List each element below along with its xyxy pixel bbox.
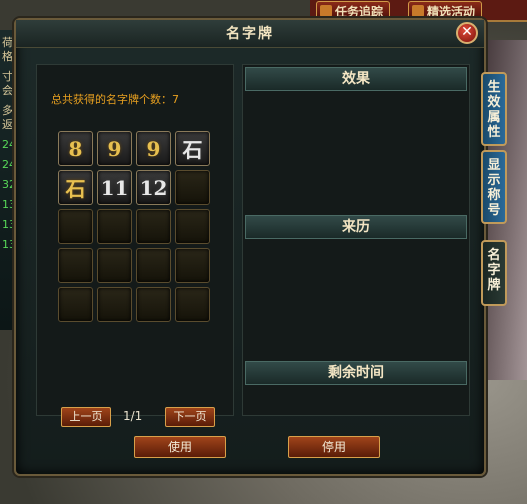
close-button[interactable]: ✕ xyxy=(456,22,478,44)
nameplate-icon: 石 xyxy=(65,177,86,201)
featured-events-label: 精选活动 xyxy=(427,5,476,19)
close-icon: ✕ xyxy=(461,24,473,40)
nameplate-icon: 12 xyxy=(139,175,168,200)
tab-nameplate[interactable]: 名字牌 xyxy=(481,240,507,306)
empty-slot[interactable] xyxy=(136,248,171,283)
count-value: 7 xyxy=(172,93,179,106)
nameplate-icon: 11 xyxy=(100,175,129,200)
nameplate-grid: 8 9 9 石 石 11 12 xyxy=(58,131,210,322)
tab-display-title[interactable]: 显示称号 xyxy=(481,150,507,224)
page-indicator: 1/1 xyxy=(123,409,143,423)
nameplate-window: 名字牌 ✕ 总共获得的名字牌个数：7 8 9 9 石 石 11 12 上一页 1… xyxy=(14,18,486,476)
next-page-button[interactable]: 下一页 xyxy=(165,407,215,427)
empty-slot[interactable] xyxy=(97,287,132,322)
window-title: 名字牌 xyxy=(226,26,274,42)
empty-slot[interactable] xyxy=(97,209,132,244)
nameplate-list-panel: 总共获得的名字牌个数：7 8 9 9 石 石 11 12 上一页 1/1 下一页 xyxy=(36,64,234,427)
empty-slot[interactable] xyxy=(175,248,210,283)
effect-header: 效果 xyxy=(245,67,467,91)
remaining-time-header: 剩余时间 xyxy=(245,361,467,385)
nameplate-slot[interactable]: 9 xyxy=(136,131,171,166)
nameplate-slot[interactable]: 9 xyxy=(97,131,132,166)
nameplate-slot[interactable]: 石 xyxy=(58,170,93,205)
empty-slot[interactable] xyxy=(175,287,210,322)
prev-page-button[interactable]: 上一页 xyxy=(61,407,111,427)
pagination: 上一页 1/1 下一页 xyxy=(61,407,241,429)
nameplate-icon: 9 xyxy=(146,136,161,161)
source-header: 来历 xyxy=(245,215,467,239)
nameplate-icon: 9 xyxy=(107,136,122,161)
nameplate-slot[interactable]: 12 xyxy=(136,170,171,205)
count-label: 总共获得的名字牌个数： xyxy=(51,93,172,106)
empty-slot[interactable] xyxy=(58,248,93,283)
nameplate-detail-panel: 效果 来历 剩余时间 xyxy=(242,64,470,416)
tab-active-attributes[interactable]: 生效属性 xyxy=(481,72,507,146)
nameplate-slot[interactable]: 石 xyxy=(175,131,210,166)
title-bar: 名字牌 ✕ xyxy=(16,20,484,48)
task-tracking-label: 任务追踪 xyxy=(335,5,384,19)
stop-button[interactable]: 停用 xyxy=(288,436,380,458)
empty-slot[interactable] xyxy=(175,209,210,244)
nameplate-count: 总共获得的名字牌个数：7 xyxy=(51,91,179,107)
empty-slot[interactable] xyxy=(136,209,171,244)
nameplate-icon: 石 xyxy=(182,138,203,162)
empty-slot[interactable] xyxy=(136,287,171,322)
empty-slot[interactable] xyxy=(97,248,132,283)
use-button[interactable]: 使用 xyxy=(134,436,226,458)
nameplate-slot[interactable]: 8 xyxy=(58,131,93,166)
nameplate-slot[interactable]: 11 xyxy=(97,170,132,205)
empty-slot[interactable] xyxy=(58,209,93,244)
nameplate-icon: 8 xyxy=(68,136,83,161)
empty-slot[interactable] xyxy=(175,170,210,205)
empty-slot[interactable] xyxy=(58,287,93,322)
